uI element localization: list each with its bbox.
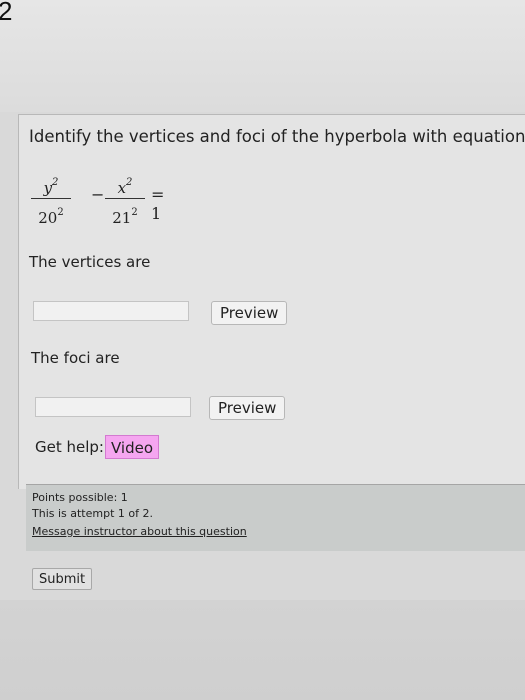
page-background <box>0 600 525 700</box>
video-help-button[interactable]: Video <box>105 435 160 459</box>
equals-one: = 1 <box>151 185 165 223</box>
term2-denominator-exponent: 2 <box>131 207 138 218</box>
term2-numerator: x <box>117 179 127 197</box>
foci-preview-button[interactable]: Preview <box>209 396 286 420</box>
fraction-bar <box>105 198 145 199</box>
top-strip: 2 <box>0 0 525 112</box>
vertices-label: The vertices are <box>29 253 151 271</box>
term1-numerator: y <box>43 179 53 197</box>
fraction-y: y2 202 <box>31 171 71 227</box>
question-prompt: Identify the vertices and foci of the hy… <box>29 127 525 146</box>
question-number: 2 <box>0 0 13 26</box>
term2-denominator: 21 <box>112 209 132 227</box>
question-info-panel: Points possible: 1 This is attempt 1 of … <box>26 484 525 551</box>
term1-numerator-exponent: 2 <box>52 177 59 188</box>
foci-input[interactable] <box>35 397 191 417</box>
term2-numerator-exponent: 2 <box>126 177 133 188</box>
fraction-bar <box>31 198 71 199</box>
question-card: Identify the vertices and foci of the hy… <box>18 114 525 489</box>
foci-label: The foci are <box>31 349 120 367</box>
term1-denominator-exponent: 2 <box>57 207 64 218</box>
vertices-preview-button[interactable]: Preview <box>211 301 288 325</box>
attempt-count: This is attempt 1 of 2. <box>32 507 153 520</box>
get-help-label: Get help: <box>35 438 104 456</box>
vertices-input[interactable] <box>33 301 189 321</box>
term1-denominator: 20 <box>38 209 58 227</box>
points-possible: Points possible: 1 <box>32 491 128 504</box>
message-instructor-link[interactable]: Message instructor about this question <box>32 525 247 538</box>
fraction-x: x2 212 <box>105 171 145 227</box>
submit-button[interactable]: Submit <box>32 568 93 590</box>
minus-sign: − <box>91 185 105 204</box>
